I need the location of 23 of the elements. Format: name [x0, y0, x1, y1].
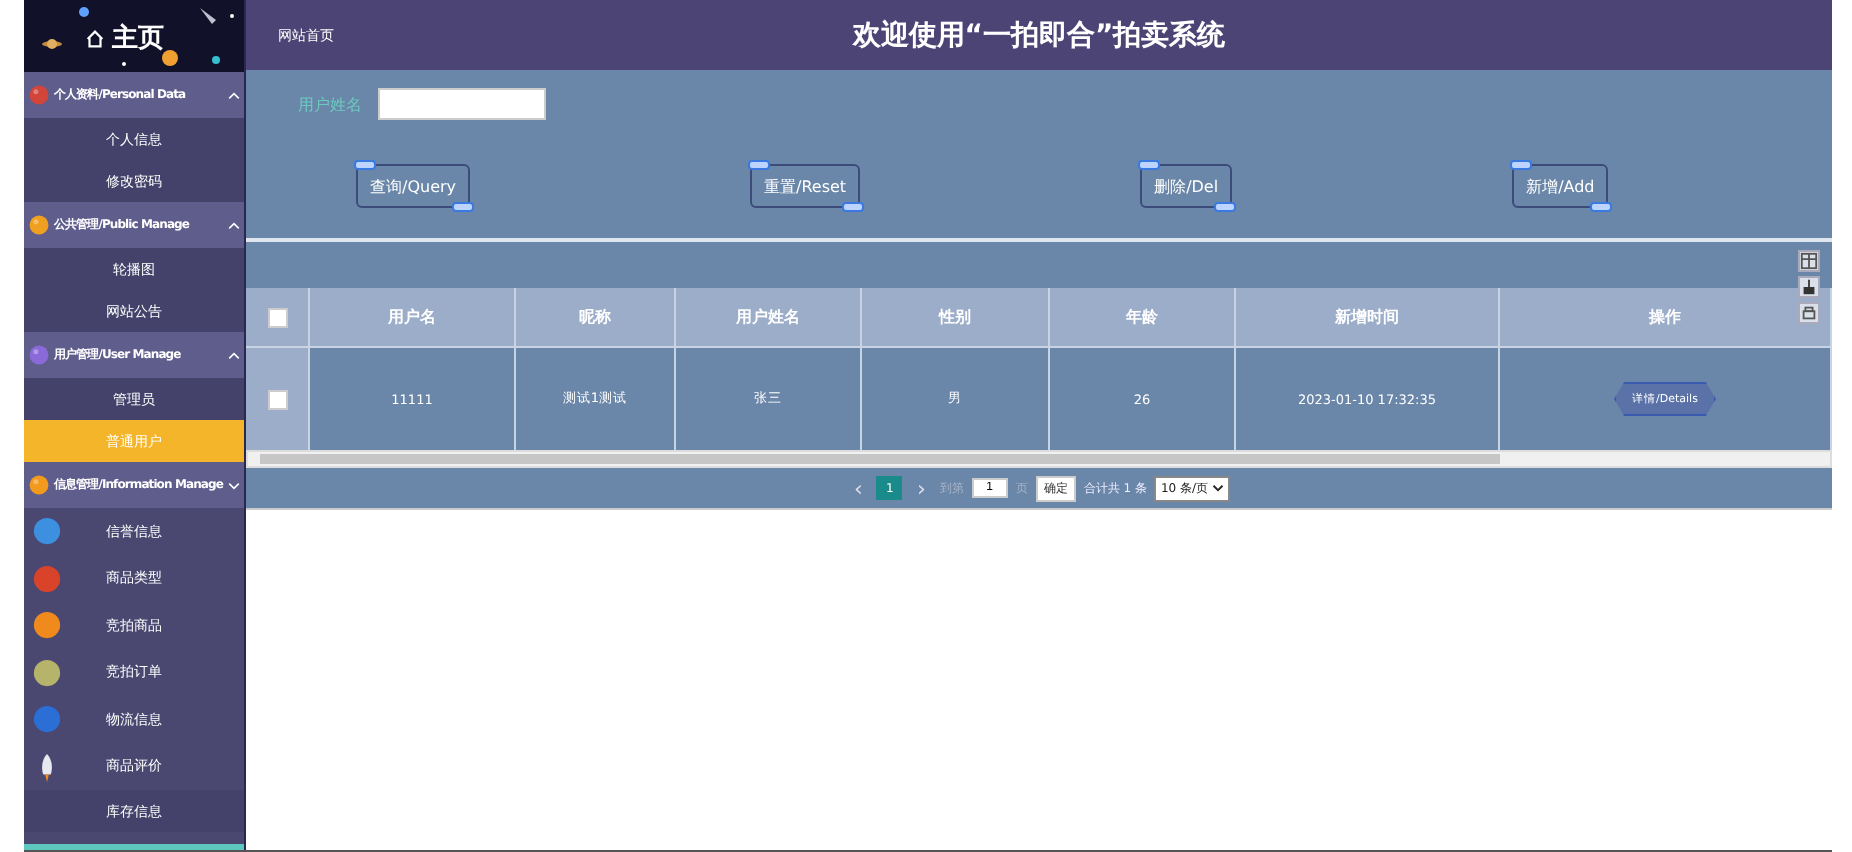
- column-header: 新增时间: [1236, 288, 1500, 346]
- field-label: 用户姓名: [298, 93, 362, 115]
- scrollbar[interactable]: [246, 450, 1832, 468]
- column-header: 昵称: [516, 288, 676, 346]
- input-field[interactable]: [378, 88, 546, 120]
- checkbox[interactable]: [267, 389, 287, 409]
- column-header: 年龄: [1050, 288, 1236, 346]
- print-icon[interactable]: [1798, 302, 1820, 324]
- export-icon[interactable]: [1798, 276, 1820, 298]
- columns-icon[interactable]: [1798, 250, 1820, 272]
- action-button[interactable]: 重置/Reset: [750, 164, 861, 208]
- column-header: 操作: [1500, 288, 1832, 346]
- page-title: 欢迎使用“一拍即合”拍卖系统: [852, 17, 1226, 53]
- action-button[interactable]: 删除/Del: [1140, 164, 1233, 208]
- column-header: 用户姓名: [676, 288, 862, 346]
- chevron-down-icon: [1211, 483, 1224, 491]
- column-header: 用户名: [310, 288, 516, 346]
- action-button[interactable]: 新增/Add: [1512, 164, 1609, 208]
- checkbox[interactable]: [267, 307, 287, 327]
- column-header: 性别: [862, 288, 1050, 346]
- home-link[interactable]: 主页: [112, 20, 164, 56]
- action-button[interactable]: 查询/Query: [356, 164, 471, 208]
- home-icon[interactable]: [84, 27, 106, 49]
